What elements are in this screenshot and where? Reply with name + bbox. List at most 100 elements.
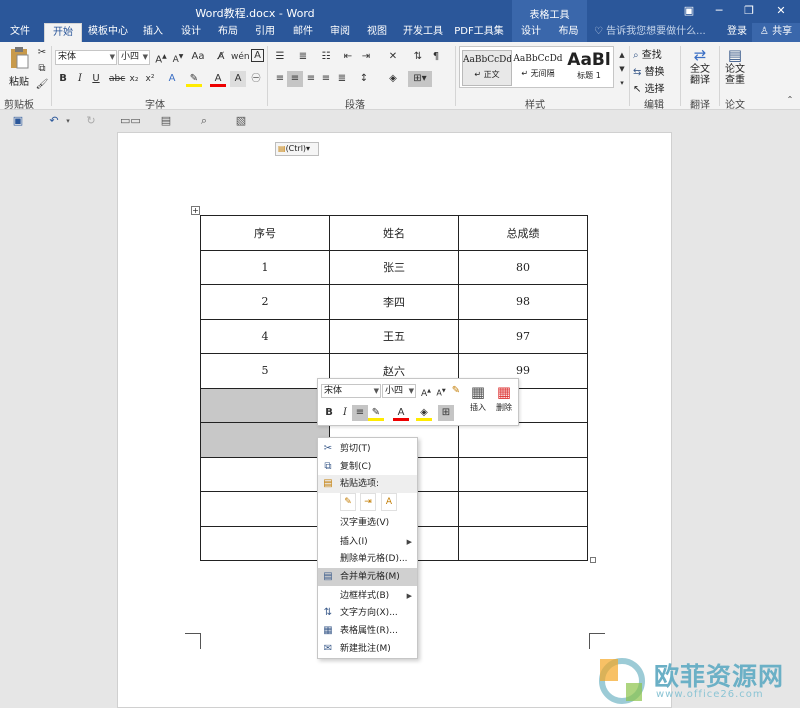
- tab-home[interactable]: 开始: [44, 23, 82, 42]
- borders-icon[interactable]: ⊞▾: [408, 71, 432, 87]
- table-cell[interactable]: [200, 525, 330, 561]
- menu-item-new-comment[interactable]: ✉ 新建批注(M): [318, 640, 417, 658]
- grow-font-icon[interactable]: A▲: [418, 383, 434, 399]
- align-center-icon[interactable]: ≡: [352, 405, 368, 421]
- menu-item-cut[interactable]: ✂ 剪切(T): [318, 440, 417, 458]
- clear-format-icon[interactable]: A̸: [213, 49, 229, 65]
- minimize-button[interactable]: ─: [710, 3, 728, 19]
- find-button[interactable]: ⌕ 查找: [633, 46, 662, 61]
- menu-item-border-style[interactable]: 边框样式(B) ▶: [318, 587, 417, 605]
- style-no-spacing[interactable]: AaBbCcDd ↵ 无间隔: [513, 50, 563, 86]
- tab-layout[interactable]: 布局: [213, 23, 243, 42]
- tab-design[interactable]: 设计: [176, 23, 206, 42]
- table-cell[interactable]: 5: [200, 353, 330, 389]
- bold-icon[interactable]: B: [55, 71, 71, 87]
- numbering-icon[interactable]: ≣: [295, 49, 311, 65]
- tab-template-center[interactable]: 模板中心: [86, 23, 130, 42]
- font-name-combo[interactable]: 宋体 ▼: [55, 50, 117, 65]
- format-painter-icon[interactable]: 🖌: [34, 77, 50, 93]
- change-case-icon[interactable]: Aa: [190, 49, 206, 65]
- save-icon[interactable]: ▣: [10, 113, 26, 129]
- paste-merge-format-icon[interactable]: ⇥: [360, 493, 376, 511]
- table-cell[interactable]: [458, 525, 588, 561]
- shrink-font-icon[interactable]: A▼: [170, 49, 186, 65]
- mini-delete-button[interactable]: ▦ 删除: [493, 382, 515, 413]
- restore-button[interactable]: ❐: [740, 3, 758, 19]
- enclose-char-icon[interactable]: ㊀: [248, 71, 264, 87]
- redo-icon[interactable]: ↻: [83, 113, 99, 129]
- style-heading-1[interactable]: AaBl 标题 1: [564, 50, 614, 86]
- print-layout-icon[interactable]: ▤: [158, 113, 174, 129]
- paste-button[interactable]: 粘贴: [6, 46, 32, 88]
- table-cell[interactable]: 李四: [329, 284, 459, 320]
- table-cell[interactable]: 王五: [329, 318, 459, 354]
- asian-layout-icon[interactable]: ✕: [385, 49, 401, 65]
- table-header-cell[interactable]: 序号: [200, 215, 330, 251]
- increase-indent-icon[interactable]: ⇥: [358, 49, 374, 65]
- table-cell[interactable]: [458, 456, 588, 492]
- tab-mailings[interactable]: 邮件: [288, 23, 318, 42]
- phonetic-icon[interactable]: wén: [231, 49, 250, 65]
- table-cell-selected[interactable]: [200, 422, 330, 458]
- table-cell[interactable]: [458, 422, 588, 458]
- table-cell[interactable]: 97: [458, 318, 588, 354]
- borders-icon[interactable]: ⊞: [438, 405, 454, 421]
- shading-icon[interactable]: ◈: [416, 405, 432, 421]
- line-spacing-icon[interactable]: ↕: [356, 71, 372, 87]
- chevron-down-icon[interactable]: ▾: [60, 113, 76, 129]
- menu-item-copy[interactable]: ⧉ 复制(C): [318, 458, 417, 476]
- text-effect-icon[interactable]: A: [164, 71, 180, 87]
- menu-item-text-direction[interactable]: ⇅ 文字方向(X)...: [318, 604, 417, 622]
- table-cell[interactable]: 4: [200, 318, 330, 354]
- bold-icon[interactable]: B: [321, 405, 337, 421]
- tell-me-search[interactable]: ♡ 告诉我您想要做什么...: [594, 23, 706, 42]
- format-painter-icon[interactable]: ✎: [448, 383, 464, 399]
- style-normal[interactable]: AaBbCcDd ↵ 正文: [462, 50, 512, 86]
- paste-keep-format-icon[interactable]: ✎: [340, 493, 356, 511]
- mini-insert-button[interactable]: ▦ 插入: [467, 382, 489, 413]
- align-center-icon[interactable]: ≡: [287, 71, 303, 87]
- menu-item-delete-cells[interactable]: 删除单元格(D)...: [318, 550, 417, 568]
- select-button[interactable]: ↖ 选择: [633, 80, 665, 95]
- table-resize-handle[interactable]: [590, 557, 596, 563]
- menu-item-table-properties[interactable]: ▦ 表格属性(R)...: [318, 622, 417, 640]
- clipboard-icon[interactable]: ▧: [233, 113, 249, 129]
- scissors-icon[interactable]: ✂: [34, 45, 50, 61]
- full-translate-button[interactable]: ⇄ 全文 翻译: [684, 46, 716, 86]
- read-mode-icon[interactable]: ▭▭: [120, 113, 141, 129]
- menu-item-hanzi-reselect[interactable]: 汉字重选(V): [318, 514, 417, 532]
- login-link[interactable]: 登录: [727, 23, 747, 42]
- shading-icon[interactable]: ◈: [385, 71, 401, 87]
- tab-file[interactable]: 文件: [4, 23, 36, 42]
- align-right-icon[interactable]: ≡: [303, 71, 319, 87]
- table-cell-selected[interactable]: [200, 387, 330, 423]
- highlight-icon[interactable]: ✎: [368, 405, 384, 421]
- table-move-handle[interactable]: +: [191, 206, 200, 215]
- table-cell[interactable]: 1: [200, 249, 330, 285]
- table-cell[interactable]: 80: [458, 249, 588, 285]
- tab-references[interactable]: 引用: [250, 23, 280, 42]
- paste-ctrl-button[interactable]: ▤(Ctrl)▾: [275, 142, 319, 156]
- menu-item-merge-cells[interactable]: ▤ 合并单元格(M): [318, 568, 417, 586]
- sort-icon[interactable]: ⇅: [410, 49, 426, 65]
- tab-insert[interactable]: 插入: [138, 23, 168, 42]
- replace-button[interactable]: ⇆ 替换: [633, 63, 665, 78]
- italic-icon[interactable]: I: [72, 71, 88, 87]
- char-shading-icon[interactable]: A: [230, 71, 246, 87]
- table-cell[interactable]: [200, 491, 330, 527]
- tab-pdf-tools[interactable]: PDF工具集: [453, 23, 505, 42]
- table-cell[interactable]: 2: [200, 284, 330, 320]
- superscript-icon[interactable]: x²: [142, 71, 158, 87]
- tab-view[interactable]: 视图: [362, 23, 392, 42]
- paper-check-button[interactable]: ▤ 论文 查重: [722, 46, 748, 86]
- subscript-icon[interactable]: x₂: [126, 71, 142, 87]
- more-styles-icon[interactable]: ▾: [614, 75, 630, 91]
- shrink-font-icon[interactable]: A▼: [433, 383, 449, 399]
- table-header-cell[interactable]: 总成绩: [458, 215, 588, 251]
- tab-table-design[interactable]: 设计: [512, 23, 550, 42]
- tab-review[interactable]: 审阅: [325, 23, 355, 42]
- print-preview-icon[interactable]: ⌕: [196, 113, 212, 129]
- menu-item-insert[interactable]: 插入(I) ▶: [318, 533, 417, 551]
- highlight-icon[interactable]: ✎: [186, 71, 202, 87]
- close-button[interactable]: ✕: [772, 3, 790, 19]
